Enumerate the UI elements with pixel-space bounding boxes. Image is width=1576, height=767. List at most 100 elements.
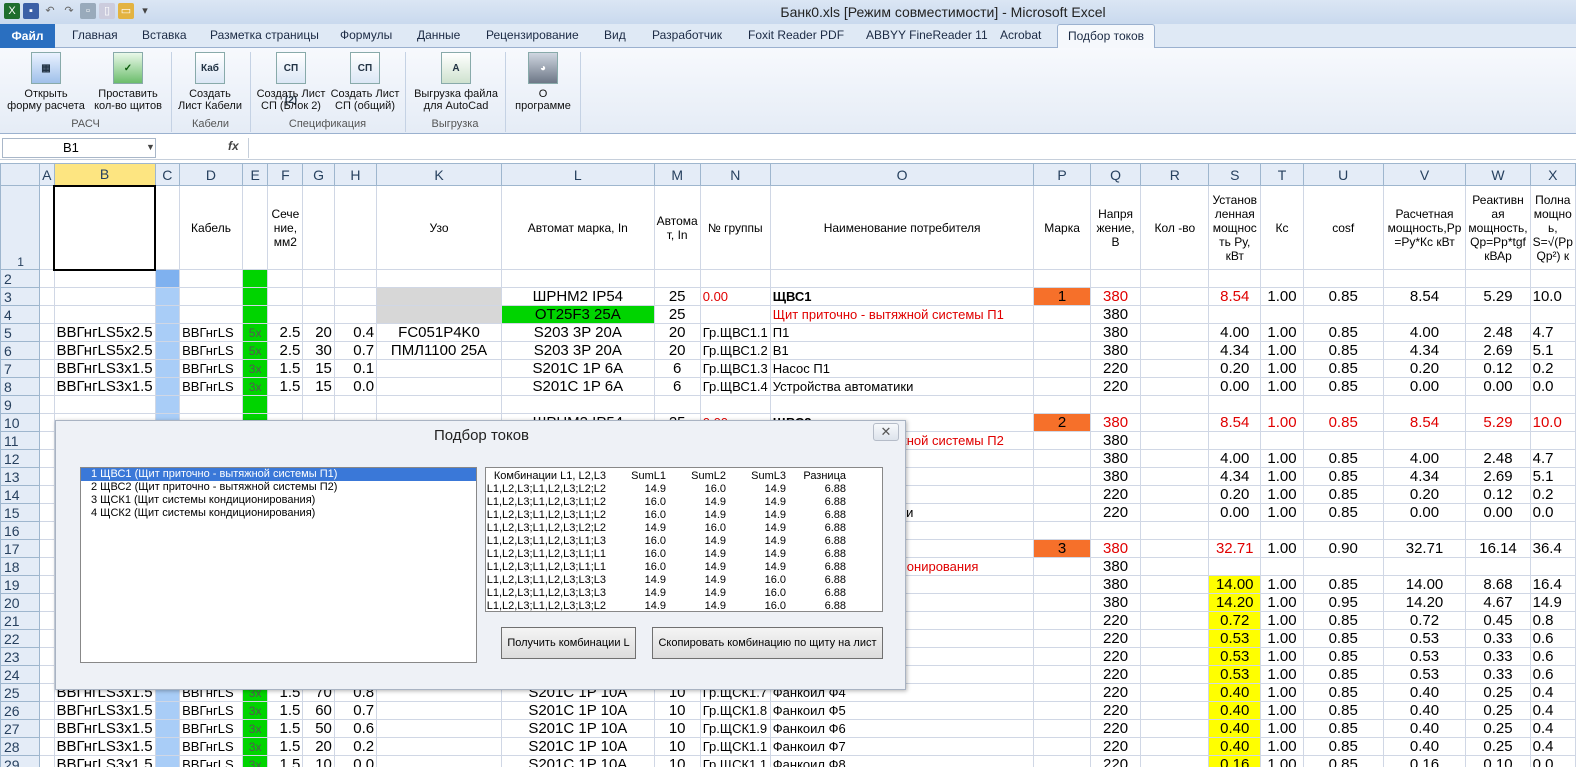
- row-header[interactable]: 17: [0, 539, 41, 558]
- cell-s11[interactable]: [1208, 431, 1262, 450]
- cell-v14[interactable]: 0.20: [1382, 485, 1467, 504]
- cell-r16[interactable]: [1140, 521, 1210, 540]
- cell-q20[interactable]: 380: [1089, 593, 1142, 612]
- cell-q16[interactable]: [1089, 521, 1142, 540]
- row-header[interactable]: 6: [0, 341, 41, 360]
- cell-x28[interactable]: 0.4: [1529, 737, 1576, 756]
- cell-d6[interactable]: ВВГнгLS: [179, 341, 243, 360]
- cell-h9[interactable]: [333, 395, 378, 414]
- shield-list-item[interactable]: 4 ЩСК2 (Щит системы кондиционирования): [81, 507, 476, 520]
- cell-l28[interactable]: S201C 1P 10A: [500, 737, 655, 756]
- cell-x2[interactable]: [1529, 269, 1576, 288]
- cell-s21[interactable]: 0.72: [1208, 611, 1262, 630]
- cell-a19[interactable]: [39, 575, 55, 594]
- cell-k3[interactable]: [376, 287, 502, 306]
- cell-h4[interactable]: [333, 305, 378, 324]
- cell-q10[interactable]: 380: [1089, 413, 1142, 432]
- cell-s28[interactable]: 0.40: [1208, 737, 1262, 756]
- row-header[interactable]: 20: [0, 593, 41, 612]
- cell-x7[interactable]: 0.2: [1529, 359, 1576, 378]
- cell-g8[interactable]: 15: [302, 377, 335, 396]
- cell-p22[interactable]: [1033, 629, 1091, 648]
- cell-u14[interactable]: 0.85: [1302, 485, 1384, 504]
- cell-t22[interactable]: 1.00: [1260, 629, 1304, 648]
- cell-m5[interactable]: 20: [653, 323, 701, 342]
- cell-e28[interactable]: 3х: [241, 737, 269, 756]
- cell-t15[interactable]: 1.00: [1260, 503, 1304, 522]
- cell-a21[interactable]: [39, 611, 55, 630]
- combination-row[interactable]: L1,L2,L3;L1,L2,L3;L1;L1 16.0 14.9 14.9 6.88: [486, 548, 882, 561]
- cell-u9[interactable]: [1302, 395, 1384, 414]
- cell-d7[interactable]: ВВГнгLS: [179, 359, 243, 378]
- cell-r19[interactable]: [1140, 575, 1210, 594]
- tab-developer[interactable]: Разработчик: [652, 28, 722, 42]
- cell-m28[interactable]: 10: [653, 737, 701, 756]
- cell-w28[interactable]: 0.25: [1465, 737, 1531, 756]
- cell-u24[interactable]: 0.85: [1302, 665, 1384, 684]
- row-header[interactable]: 8: [0, 377, 41, 396]
- cell-g27[interactable]: 50: [302, 719, 335, 738]
- cell-v18[interactable]: [1382, 557, 1467, 576]
- row-header[interactable]: 15: [0, 503, 41, 522]
- cell-e26[interactable]: 3х: [241, 701, 269, 720]
- cell-s7[interactable]: 0.20: [1208, 359, 1262, 378]
- cell-w2[interactable]: [1465, 269, 1531, 288]
- cell-l5[interactable]: S203 3P 20A: [500, 323, 655, 342]
- cell-o3[interactable]: ЩВС1: [769, 287, 1035, 306]
- combination-row[interactable]: L1,L2,L3;L1,L2,L3;L3;L3 14.9 14.9 16.0 6.88: [486, 574, 882, 587]
- cell-f7[interactable]: 1.5: [267, 359, 304, 378]
- row-header[interactable]: 21: [0, 611, 41, 630]
- cell-p14[interactable]: [1033, 485, 1091, 504]
- tab-abbyy[interactable]: ABBYY FineReader 11: [866, 28, 988, 42]
- cell-b9[interactable]: [53, 395, 156, 414]
- header-cell[interactable]: Расчетная мощность,Рр =Ру*Кс кВт: [1382, 185, 1467, 270]
- cell-a18[interactable]: [39, 557, 55, 576]
- cell-f3[interactable]: [267, 287, 304, 306]
- header-cell[interactable]: [241, 185, 269, 270]
- cell-q15[interactable]: 220: [1089, 503, 1142, 522]
- cell-e29[interactable]: 3х: [241, 755, 269, 767]
- name-box[interactable]: B1: [2, 138, 156, 158]
- cell-m4[interactable]: 25: [653, 305, 701, 324]
- cell-b3[interactable]: [53, 287, 156, 306]
- cell-m26[interactable]: 10: [653, 701, 701, 720]
- cell-q12[interactable]: 380: [1089, 449, 1142, 468]
- cell-h6[interactable]: 0.7: [333, 341, 378, 360]
- cell-p9[interactable]: [1033, 395, 1091, 414]
- cell-f28[interactable]: 1.5: [267, 737, 304, 756]
- row-header[interactable]: 14: [0, 485, 41, 504]
- cell-v15[interactable]: 0.00: [1382, 503, 1467, 522]
- cell-t6[interactable]: 1.00: [1260, 341, 1304, 360]
- cell-r10[interactable]: [1140, 413, 1210, 432]
- combination-row[interactable]: L1,L2,L3;L1,L2,L3;L1;L2 16.0 14.9 14.9 6.88: [486, 509, 882, 522]
- cell-g6[interactable]: 30: [302, 341, 335, 360]
- cell-f26[interactable]: 1.5: [267, 701, 304, 720]
- column-header-l[interactable]: L: [500, 163, 655, 186]
- cell-e3[interactable]: [241, 287, 269, 306]
- cell-v11[interactable]: [1382, 431, 1467, 450]
- cell-b2[interactable]: [53, 269, 156, 288]
- cell-u18[interactable]: [1302, 557, 1384, 576]
- cell-b26[interactable]: ВВГнгLS3х1.5: [53, 701, 156, 720]
- cell-q13[interactable]: 380: [1089, 467, 1142, 486]
- cell-u12[interactable]: 0.85: [1302, 449, 1384, 468]
- cell-x21[interactable]: 0.8: [1529, 611, 1576, 630]
- cell-s29[interactable]: 0.16: [1208, 755, 1262, 767]
- cell-a12[interactable]: [39, 449, 55, 468]
- cell-x3[interactable]: 10.0: [1529, 287, 1576, 306]
- cell-a4[interactable]: [39, 305, 55, 324]
- cell-r4[interactable]: [1140, 305, 1210, 324]
- cell-s14[interactable]: 0.20: [1208, 485, 1262, 504]
- column-header-s[interactable]: S: [1208, 163, 1262, 186]
- cell-w7[interactable]: 0.12: [1465, 359, 1531, 378]
- cell-l3[interactable]: ШРНМ2 IP54: [500, 287, 655, 306]
- cell-x14[interactable]: 0.2: [1529, 485, 1576, 504]
- cell-n6[interactable]: Гр.ЩВС1.2: [699, 341, 771, 360]
- cell-m8[interactable]: 6: [653, 377, 701, 396]
- cell-c4[interactable]: [154, 305, 181, 324]
- cell-h8[interactable]: 0.0: [333, 377, 378, 396]
- cell-s17[interactable]: 32.71: [1208, 539, 1262, 558]
- column-header-m[interactable]: M: [653, 163, 701, 186]
- cell-s8[interactable]: 0.00: [1208, 377, 1262, 396]
- row-header[interactable]: 24: [0, 665, 41, 684]
